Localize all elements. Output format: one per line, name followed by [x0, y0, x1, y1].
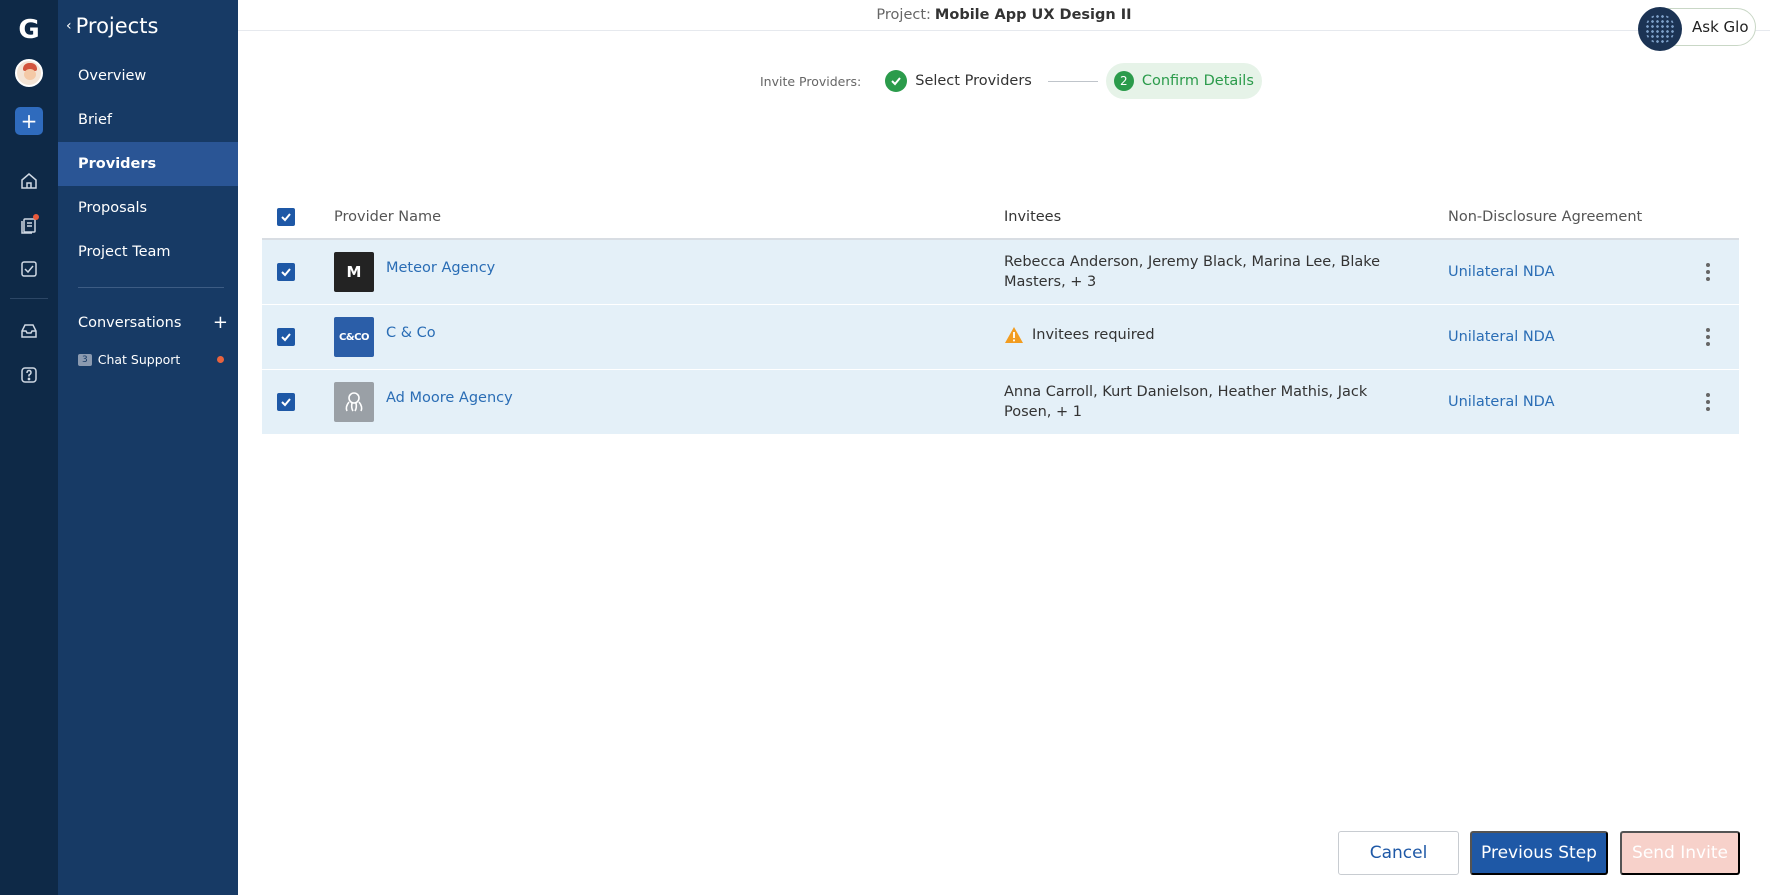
sidebar-item-label: Brief	[78, 112, 112, 128]
sidebar-item-providers[interactable]: Providers	[58, 142, 238, 186]
step-number: 2	[1113, 71, 1134, 91]
notification-dot	[33, 214, 39, 220]
step-confirm-details: 2 Confirm Details	[1105, 63, 1262, 99]
unread-count-badge: 3	[78, 353, 92, 366]
inbox-icon[interactable]	[0, 320, 58, 342]
conversations-header: Conversations +	[78, 312, 228, 333]
sidebar-item-overview[interactable]: Overview	[58, 54, 238, 98]
provider-name-link[interactable]: Ad Moore Agency	[386, 390, 513, 406]
step-label: Confirm Details	[1141, 73, 1254, 89]
warning-text: Invitees required	[1032, 326, 1155, 343]
chevron-left-icon: ‹	[66, 18, 72, 34]
table-row: Ad Moore Agency Anna Carroll, Kurt Danie…	[262, 370, 1739, 435]
step-connector	[1047, 80, 1098, 82]
provider-name-link[interactable]: Meteor Agency	[386, 260, 495, 276]
sidebar-item-label: Project Team	[78, 244, 171, 260]
cancel-button[interactable]: Cancel	[1338, 831, 1459, 875]
back-to-projects[interactable]: ‹ Projects	[66, 14, 158, 38]
kebab-icon	[1706, 263, 1710, 281]
octopus-logo-icon	[345, 392, 363, 412]
checkbox-checked-icon	[277, 263, 295, 281]
logo-letter: G	[18, 15, 40, 45]
row-menu-button[interactable]	[1698, 263, 1718, 281]
provider-cell: Ad Moore Agency	[334, 382, 513, 422]
previous-step-button[interactable]: Previous Step	[1470, 831, 1608, 875]
ask-glo-button[interactable]: Ask Glo	[1638, 7, 1756, 51]
kebab-icon	[1706, 328, 1710, 346]
provider-cell: C&CO C & Co	[334, 317, 436, 357]
table-row: C&CO C & Co Invitees required Unilateral…	[262, 305, 1739, 370]
glo-orb-icon	[1638, 7, 1682, 51]
column-invitees: Invitees	[1004, 209, 1062, 225]
sidebar-title: Projects	[75, 14, 159, 38]
invitees-list: Rebecca Anderson, Jeremy Black, Marina L…	[1004, 254, 1381, 290]
checkbox-checked-icon	[277, 208, 295, 226]
checkbox-checked-icon	[277, 328, 295, 346]
tasks-icon[interactable]	[0, 258, 58, 280]
conversation-chat-support[interactable]: 3 Chat Support	[78, 352, 224, 367]
conversations-label: Conversations	[78, 314, 182, 331]
provider-logo	[334, 382, 374, 422]
nda-link[interactable]: Unilateral NDA	[1448, 264, 1555, 280]
row-checkbox[interactable]	[277, 393, 295, 411]
help-icon[interactable]	[0, 364, 58, 386]
conversation-label: Chat Support	[97, 352, 181, 367]
avatar-image	[15, 59, 43, 87]
sidebar-divider	[78, 287, 224, 288]
sidebar-item-proposals[interactable]: Proposals	[58, 186, 238, 230]
logo-icon[interactable]: G	[0, 14, 58, 46]
provider-cell: M Meteor Agency	[334, 252, 495, 292]
nda-link[interactable]: Unilateral NDA	[1448, 394, 1555, 410]
table-row: M Meteor Agency Rebecca Anderson, Jeremy…	[262, 240, 1739, 305]
table-header: Provider Name Invitees Non-Disclosure Ag…	[262, 196, 1739, 240]
add-conversation-icon[interactable]: +	[213, 312, 228, 333]
providers-table: Provider Name Invitees Non-Disclosure Ag…	[262, 196, 1739, 435]
logo-text: C&CO	[339, 331, 369, 343]
invitees-cell: Invitees required	[1004, 325, 1419, 350]
invitees-list: Anna Carroll, Kurt Danielson, Heather Ma…	[1004, 384, 1368, 420]
row-checkbox[interactable]	[277, 328, 295, 346]
invite-stepper: Invite Providers: Select Providers 2 Con…	[760, 63, 1262, 99]
sidebar-item-brief[interactable]: Brief	[58, 98, 238, 142]
row-menu-button[interactable]	[1698, 328, 1718, 346]
kebab-icon	[1706, 393, 1710, 411]
step-label: Select Providers	[915, 73, 1032, 89]
sidebar-item-label: Proposals	[78, 200, 148, 216]
avatar[interactable]	[0, 58, 58, 88]
select-all-checkbox[interactable]	[277, 208, 295, 226]
row-menu-button[interactable]	[1698, 393, 1718, 411]
unread-dot	[217, 356, 224, 363]
warning-icon	[1005, 326, 1023, 343]
create-button[interactable]: +	[0, 107, 58, 135]
sidebar-item-project-team[interactable]: Project Team	[58, 230, 238, 274]
provider-name-link[interactable]: C & Co	[386, 325, 436, 341]
provider-logo: M	[334, 252, 374, 292]
home-icon[interactable]	[0, 170, 58, 192]
project-sidebar: ‹ Projects Overview Brief Providers Prop…	[58, 0, 238, 895]
rail-divider	[10, 298, 48, 299]
documents-icon[interactable]	[0, 214, 58, 236]
send-invite-button[interactable]: Send Invite	[1620, 831, 1740, 875]
column-nda: Non-Disclosure Agreement	[1448, 209, 1643, 225]
plus-icon: +	[15, 107, 43, 135]
check-circle-icon	[885, 70, 908, 92]
provider-logo: C&CO	[334, 317, 374, 357]
icon-rail: G +	[0, 0, 58, 895]
column-provider-name: Provider Name	[334, 209, 442, 225]
project-name: Mobile App UX Design II	[934, 7, 1132, 23]
sidebar-item-label: Providers	[78, 156, 157, 172]
stepper-label: Invite Providers:	[760, 73, 862, 89]
row-checkbox[interactable]	[277, 263, 295, 281]
nda-link[interactable]: Unilateral NDA	[1448, 329, 1555, 345]
checkbox-checked-icon	[277, 393, 295, 411]
logo-text: M	[346, 263, 362, 281]
sidebar-item-label: Overview	[78, 68, 147, 84]
project-label: Project:	[876, 7, 931, 23]
ask-glo-label: Ask Glo	[1692, 18, 1749, 36]
project-header: Project: Mobile App UX Design II	[238, 0, 1770, 31]
invitees-warning: Invitees required	[1004, 325, 1155, 345]
step-select-providers[interactable]: Select Providers	[885, 70, 1032, 92]
